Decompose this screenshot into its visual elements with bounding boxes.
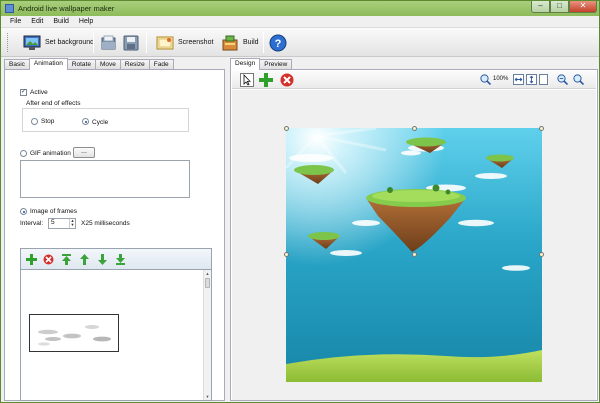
window-controls: – □ ✕ [531, 1, 597, 14]
design-toolbar: 100% [232, 71, 596, 89]
menu-build[interactable]: Build [48, 16, 74, 27]
zoom-out-magnifier-icon[interactable] [480, 74, 491, 85]
floppy-save-icon [123, 35, 139, 50]
gif-animation-radio[interactable] [20, 150, 27, 157]
interval-label: Interval: [20, 220, 44, 227]
tab-preview[interactable]: Preview [259, 59, 293, 69]
stop-radio[interactable] [31, 118, 38, 125]
main-toolbar: Set background Screenshot Build ? [1, 28, 599, 57]
resize-handle-right[interactable] [539, 252, 544, 257]
actual-size-icon[interactable] [539, 74, 548, 85]
toolbar-separator [146, 32, 147, 53]
window-title: Android live wallpaper maker [18, 4, 115, 13]
interval-value: 5 [51, 219, 55, 226]
screenshot-label: Screenshot [178, 39, 214, 46]
scroll-up-arrow[interactable]: ▲ [204, 270, 211, 277]
resize-handle-top-left[interactable] [284, 126, 289, 131]
design-panel: Design Preview 100% [230, 58, 598, 401]
toolbar-grip[interactable] [7, 33, 10, 52]
frames-list[interactable]: ▲ ▼ [20, 269, 212, 401]
build-button[interactable]: Build [221, 32, 259, 53]
scroll-down-arrow[interactable]: ▼ [204, 393, 211, 400]
cycle-radio[interactable] [82, 118, 89, 125]
zoom-out-icon[interactable] [573, 74, 584, 85]
move-down-icon[interactable] [97, 254, 108, 265]
title-bar: Android live wallpaper maker – □ ✕ [1, 1, 599, 16]
after-end-label: After end of effects [26, 100, 81, 107]
tab-move[interactable]: Move [94, 59, 121, 69]
tab-fade[interactable]: Fade [148, 59, 174, 69]
frames-toolbar [20, 248, 212, 269]
resize-handle-left[interactable] [284, 252, 289, 257]
design-tab-page: 100% [230, 69, 598, 401]
screenshot-button[interactable]: Screenshot [156, 32, 213, 53]
menu-help[interactable]: Help [74, 16, 98, 27]
tab-design[interactable]: Design [230, 58, 261, 70]
minimize-button[interactable]: – [531, 1, 550, 13]
menu-bar: File Edit Build Help [1, 16, 599, 28]
interval-stepper-arrows[interactable]: ▲ ▼ [69, 219, 75, 228]
gif-browse-button[interactable]: ... [73, 147, 95, 158]
image-of-frames-radio[interactable] [20, 208, 27, 215]
view-tabs: Design Preview [230, 58, 293, 70]
fit-height-icon[interactable] [526, 74, 537, 85]
move-up-icon[interactable] [79, 254, 90, 265]
tab-animation[interactable]: Animation [28, 58, 68, 70]
delete-frame-icon[interactable] [43, 254, 54, 265]
move-bottom-icon[interactable] [115, 254, 126, 265]
frame-thumbnail[interactable] [29, 314, 119, 352]
toolbar-separator [93, 32, 94, 53]
set-background-label: Set background [45, 39, 95, 46]
app-window: Android live wallpaper maker – □ ✕ File … [0, 0, 600, 403]
build-package-icon [222, 35, 238, 50]
help-button[interactable]: ? [269, 32, 287, 53]
gif-animation-label: GIF animation [30, 150, 71, 157]
frames-list-scrollbar[interactable]: ▲ ▼ [203, 270, 211, 400]
interval-unit-label: X25 milliseconds [81, 220, 130, 227]
resize-handle-top[interactable] [412, 126, 417, 131]
folder-open-icon [101, 35, 116, 49]
resize-handle-center[interactable] [412, 252, 417, 257]
move-top-icon[interactable] [61, 254, 72, 265]
scrollbar-thumb[interactable] [205, 278, 210, 288]
design-canvas[interactable] [232, 90, 596, 400]
select-pointer-icon[interactable] [240, 73, 254, 87]
resize-handle-top-right[interactable] [539, 126, 544, 131]
maximize-button[interactable]: □ [550, 1, 569, 13]
toolbar-separator [263, 32, 264, 53]
effects-panel: Basic Animation Rotate Move Resize Fade … [4, 58, 225, 401]
menu-edit[interactable]: Edit [26, 16, 48, 27]
tab-basic[interactable]: Basic [4, 59, 30, 69]
add-layer-icon[interactable] [259, 73, 273, 87]
zoom-in-icon[interactable] [557, 74, 568, 85]
active-checkbox[interactable]: ✓ [20, 89, 27, 96]
app-icon [5, 4, 14, 13]
animation-tab-page: ✓ Active After end of effects Stop Cycle… [4, 69, 225, 401]
build-label: Build [243, 39, 259, 46]
save-button[interactable] [122, 32, 140, 53]
interval-stepper[interactable]: 5 ▲ ▼ [48, 218, 76, 229]
fit-width-icon[interactable] [513, 74, 524, 85]
tab-resize[interactable]: Resize [119, 59, 150, 69]
monitor-background-icon [23, 35, 41, 50]
active-label: Active [30, 89, 48, 96]
add-frame-icon[interactable] [26, 254, 37, 265]
stop-label: Stop [41, 118, 55, 125]
effect-tabs: Basic Animation Rotate Move Resize Fade [4, 58, 174, 70]
open-button[interactable] [100, 32, 118, 53]
svg-text:?: ? [275, 38, 282, 50]
cycle-label: Cycle [92, 119, 109, 126]
gif-path-field[interactable] [20, 160, 190, 198]
close-button[interactable]: ✕ [569, 1, 597, 13]
screenshot-icon [156, 36, 174, 49]
set-background-button[interactable]: Set background [23, 32, 94, 53]
remove-layer-icon[interactable] [280, 73, 294, 87]
menu-file[interactable]: File [5, 16, 26, 27]
clouds-frame-image [38, 325, 111, 346]
image-of-frames-label: Image of frames [30, 208, 77, 215]
zoom-level: 100% [493, 76, 509, 82]
tab-rotate[interactable]: Rotate [66, 59, 96, 69]
help-icon: ? [269, 34, 287, 51]
